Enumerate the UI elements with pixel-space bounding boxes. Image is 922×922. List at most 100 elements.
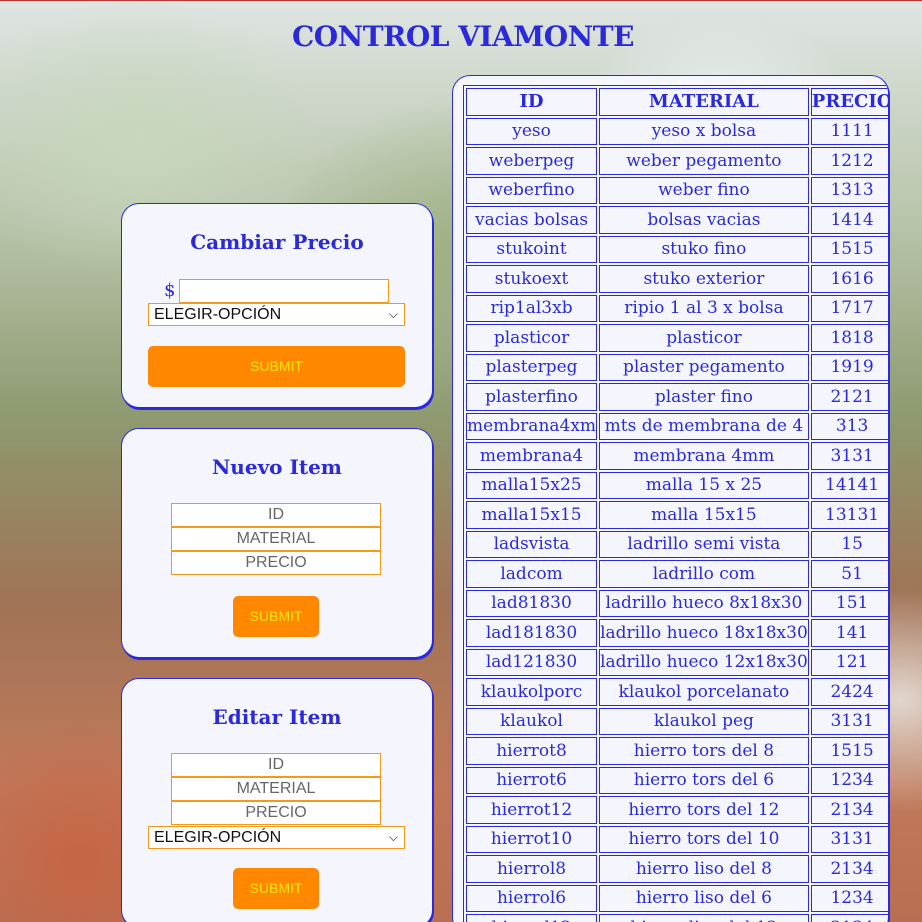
- table-row: lad181830 ladrillo hueco 18x18x30 141: [466, 619, 888, 647]
- cell-material: klaukol peg: [599, 707, 809, 735]
- cell-precio: 13131: [810, 501, 888, 529]
- cell-material: stuko fino: [599, 235, 809, 263]
- editar-material-select[interactable]: ELEGIR-OPCIÓN ⌵: [148, 826, 405, 849]
- table-header-row: ID MATERIAL PRECIO: [466, 88, 888, 116]
- cambiar-precio-card: Cambiar Precio $ ELEGIR-OPCIÓN ⌵ SUBMIT: [121, 203, 433, 408]
- cell-id: klaukolporc: [466, 678, 598, 706]
- cell-id: lad181830: [466, 619, 598, 647]
- cell-material: ladrillo hueco 18x18x30: [599, 619, 809, 647]
- chevron-down-icon: ⌵: [388, 307, 398, 321]
- table-row: yeso yeso x bolsa 1111: [466, 117, 888, 145]
- materials-table-panel: ID MATERIAL PRECIO yeso yeso x bolsa 1111 w…: [452, 75, 889, 922]
- cell-material: ripio 1 al 3 x bolsa: [599, 294, 809, 322]
- nuevo-id-input[interactable]: ID: [171, 503, 381, 527]
- table-row: hierrol8 hierro liso del 8 2134: [466, 855, 888, 883]
- cambiar-precio-heading: Cambiar Precio: [190, 230, 364, 254]
- cambiar-submit-button[interactable]: SUBMIT: [148, 346, 405, 387]
- cell-id: klaukol: [466, 707, 598, 735]
- table-row: ladcom ladrillo com 51: [466, 560, 888, 588]
- cell-material: membrana 4mm: [599, 442, 809, 470]
- cambiar-select-value: ELEGIR-OPCIÓN: [154, 306, 282, 323]
- cell-material: yeso x bolsa: [599, 117, 809, 145]
- table-row: klaukolporc klaukol porcelanato 2424: [466, 678, 888, 706]
- cell-precio: 15: [810, 530, 888, 558]
- editar-select-value: ELEGIR-OPCIÓN: [154, 829, 282, 846]
- cell-precio: 2121: [810, 383, 888, 411]
- cell-precio: 1414: [810, 206, 888, 234]
- cell-precio: 1818: [810, 324, 888, 352]
- page-title: CONTROL VIAMONTE: [292, 20, 634, 53]
- cell-material: plaster fino: [599, 383, 809, 411]
- cell-precio: 1919: [810, 353, 888, 381]
- cell-precio: 3131: [810, 825, 888, 853]
- cell-precio: 2134: [810, 796, 888, 824]
- nuevo-submit-button[interactable]: SUBMIT: [233, 596, 319, 637]
- cell-id: plasticor: [466, 324, 598, 352]
- cell-precio: 2134: [810, 855, 888, 883]
- editar-submit-button[interactable]: SUBMIT: [233, 868, 319, 909]
- cell-id: hierrol8: [466, 855, 598, 883]
- cambiar-material-select[interactable]: ELEGIR-OPCIÓN ⌵: [148, 303, 405, 326]
- cell-id: malla15x25: [466, 471, 598, 499]
- top-border: [0, 0, 922, 1]
- cell-material: hierro tors del 6: [599, 766, 809, 794]
- table-row: lad121830 ladrillo hueco 12x18x30 121: [466, 648, 888, 676]
- table-row: membrana4xm mts de membrana de 4 313: [466, 412, 888, 440]
- cell-precio: 121: [810, 648, 888, 676]
- editar-item-card: Editar Item ID MATERIAL PRECIO ELEGIR-OP…: [121, 678, 433, 922]
- cell-material: mts de membrana de 4: [599, 412, 809, 440]
- cell-material: ladrillo hueco 12x18x30: [599, 648, 809, 676]
- nuevo-material-input[interactable]: MATERIAL: [171, 527, 381, 551]
- nuevo-item-card: Nuevo Item ID MATERIAL PRECIO SUBMIT: [121, 428, 433, 658]
- table-row: stukoint stuko fino 1515: [466, 235, 888, 263]
- cell-precio: 141: [810, 619, 888, 647]
- cell-id: ladsvista: [466, 530, 598, 558]
- currency-symbol: $: [164, 280, 176, 301]
- cell-precio: 2424: [810, 678, 888, 706]
- cell-precio: 1515: [810, 737, 888, 765]
- cell-material: plasticor: [599, 324, 809, 352]
- cell-material: ladrillo semi vista: [599, 530, 809, 558]
- chevron-down-icon: ⌵: [388, 830, 398, 844]
- nuevo-item-heading: Nuevo Item: [212, 455, 342, 479]
- cell-precio: 1515: [810, 235, 888, 263]
- cell-precio: 3131: [810, 442, 888, 470]
- cell-id: lad81830: [466, 589, 598, 617]
- table-row: lad81830 ladrillo hueco 8x18x30 151: [466, 589, 888, 617]
- table-row: hierrot12 hierro tors del 12 2134: [466, 796, 888, 824]
- cell-precio: 1234: [810, 766, 888, 794]
- cell-id: hierrot8: [466, 737, 598, 765]
- cell-id: malla15x15: [466, 501, 598, 529]
- editar-item-heading: Editar Item: [212, 705, 342, 729]
- table-row: stukoext stuko exterior 1616: [466, 265, 888, 293]
- cell-material: weber fino: [599, 176, 809, 204]
- table-row: membrana4 membrana 4mm 3131: [466, 442, 888, 470]
- table-row: weberfino weber fino 1313: [466, 176, 888, 204]
- editar-id-input[interactable]: ID: [171, 753, 381, 777]
- cell-material: weber pegamento: [599, 147, 809, 175]
- cell-id: hierrol6: [466, 884, 598, 912]
- cell-material: hierro tors del 8: [599, 737, 809, 765]
- price-input[interactable]: [179, 279, 389, 303]
- header-precio: PRECIO: [810, 88, 888, 116]
- cell-material: hierro tors del 12: [599, 796, 809, 824]
- cell-precio: 1111: [810, 117, 888, 145]
- editar-precio-input[interactable]: PRECIO: [171, 801, 381, 825]
- table-row: hierrot8 hierro tors del 8 1515: [466, 737, 888, 765]
- cell-material: hierro liso del 8: [599, 855, 809, 883]
- table-row: ladsvista ladrillo semi vista 15: [466, 530, 888, 558]
- cell-id: membrana4xm: [466, 412, 598, 440]
- cell-id: vacias bolsas: [466, 206, 598, 234]
- cell-material: stuko exterior: [599, 265, 809, 293]
- cell-id: ladcom: [466, 560, 598, 588]
- cell-id: hierrot12: [466, 796, 598, 824]
- cell-material: klaukol porcelanato: [599, 678, 809, 706]
- editar-material-input[interactable]: MATERIAL: [171, 777, 381, 801]
- nuevo-precio-input[interactable]: PRECIO: [171, 551, 381, 575]
- table-row: plasterpeg plaster pegamento 1919: [466, 353, 888, 381]
- table-row: hierrol12hierro liso del 122134: [466, 914, 888, 922]
- cell-id: lad121830: [466, 648, 598, 676]
- cell-precio: 1717: [810, 294, 888, 322]
- cell-material: ladrillo hueco 8x18x30: [599, 589, 809, 617]
- cell-material: malla 15 x 25: [599, 471, 809, 499]
